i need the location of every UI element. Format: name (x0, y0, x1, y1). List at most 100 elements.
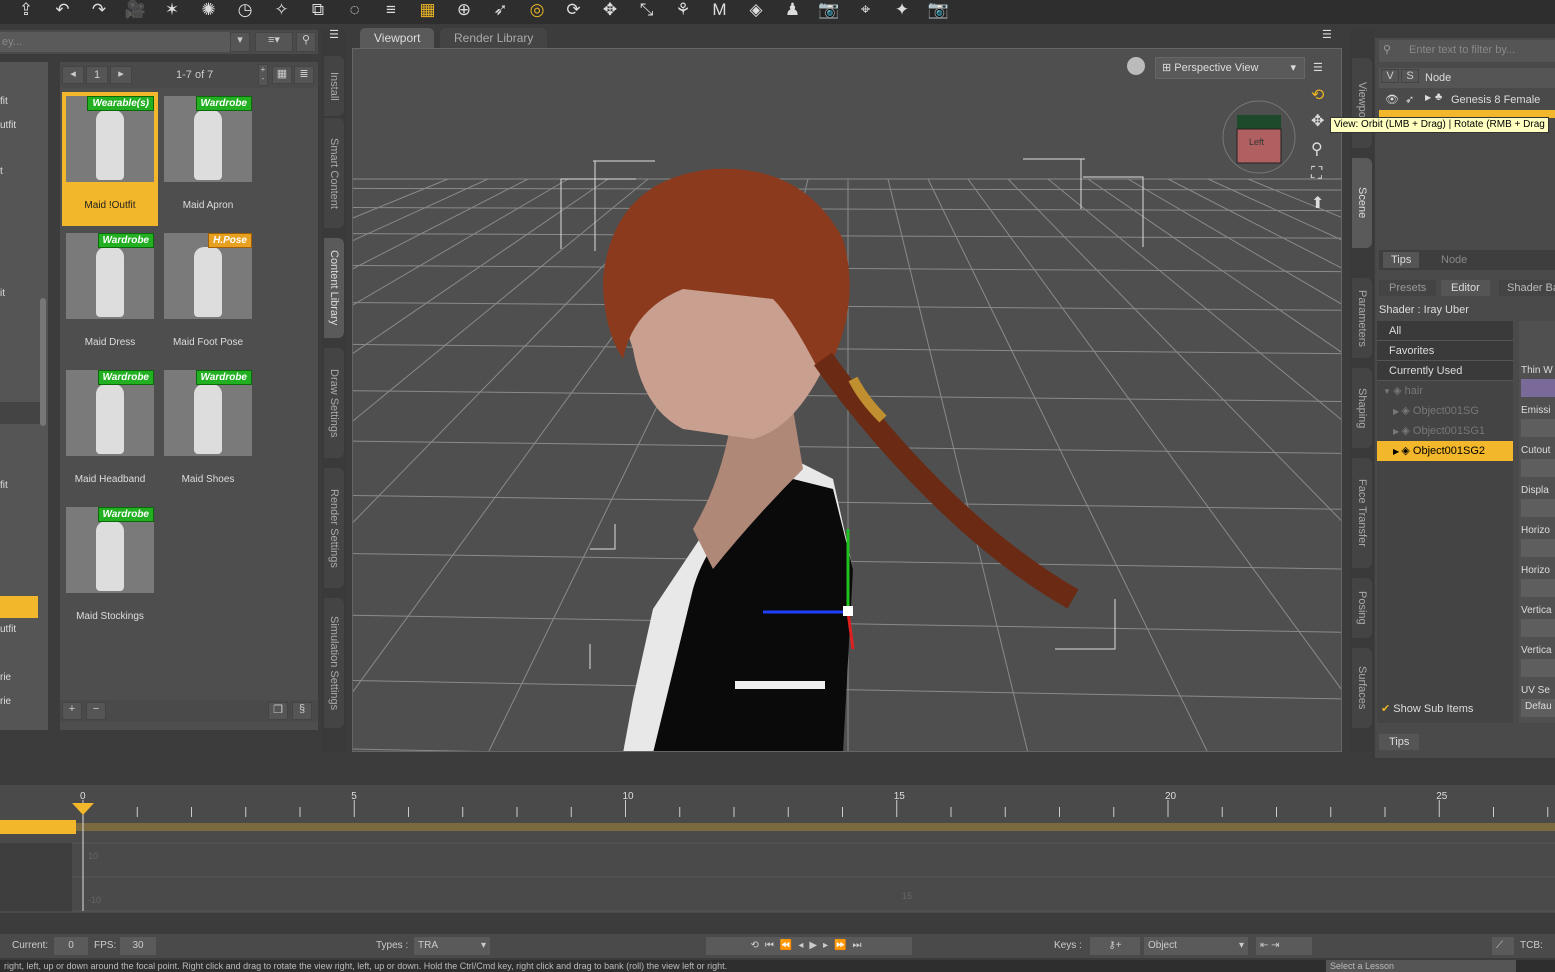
add-button[interactable]: + (62, 702, 82, 720)
tab-editor[interactable]: Editor (1441, 280, 1490, 296)
align-icon[interactable]: ≡ (379, 0, 403, 22)
page-number[interactable]: 1 (86, 66, 108, 84)
tab-face-transfer[interactable]: Face Transfer (1352, 458, 1372, 568)
draw-style-icon[interactable] (1127, 57, 1145, 75)
flashlight-icon[interactable]: ✧ (270, 0, 294, 22)
tab-surface-tips[interactable]: Tips (1379, 734, 1420, 750)
prev-page-button[interactable]: ◂ (62, 66, 84, 84)
tab-scene[interactable]: Scene (1352, 158, 1372, 248)
viewport-options-icon[interactable]: ☰ (1313, 61, 1323, 74)
view-cube-label[interactable]: Left (1249, 137, 1264, 147)
col-selectable[interactable]: S (1401, 69, 1419, 83)
rotate-icon[interactable]: ⟳ (562, 0, 586, 22)
save-icon[interactable]: ⇪ (14, 0, 38, 22)
keys-mode-select[interactable]: Object ▾ (1144, 937, 1248, 955)
content-item[interactable]: Wardrobe Maid Stockings (62, 503, 158, 637)
panel-menu-icon[interactable]: ☰ (324, 28, 344, 48)
fps-input[interactable]: 30 (120, 937, 156, 955)
grid-view-icon[interactable]: ▦ (272, 66, 292, 84)
point-light-icon[interactable]: ✺ (197, 0, 221, 22)
filter-currently-used[interactable]: Currently Used (1377, 361, 1513, 381)
joint-editor-icon[interactable]: ⚘ (671, 0, 695, 22)
types-select[interactable]: TRA ▾ (414, 937, 490, 955)
content-item[interactable]: Wardrobe Maid Shoes (160, 366, 256, 500)
tab-tips[interactable]: Tips (1383, 252, 1420, 268)
surface-tree-item[interactable]: ▶ ◈ Object001SG1 (1377, 421, 1513, 441)
node-selection-icon[interactable]: ✦ (890, 0, 914, 22)
scale-icon[interactable]: ⤡ (635, 0, 659, 22)
viewport-menu-icon[interactable]: ☰ (1322, 28, 1332, 41)
link-icon[interactable]: § (292, 702, 312, 720)
distant-light-icon[interactable]: ✶ (160, 0, 184, 22)
tab-smart-content[interactable]: Smart Content (324, 118, 344, 228)
database-icon[interactable]: ≡▾ (255, 32, 293, 52)
category-item[interactable]: fit (0, 96, 40, 107)
node-weight-icon[interactable]: ◌ (343, 0, 367, 22)
property-control[interactable] (1521, 619, 1555, 637)
reset-view-icon[interactable]: ⬆ (1311, 193, 1324, 213)
eye-icon[interactable]: 👁 (1385, 93, 1399, 106)
tab-parameters[interactable]: Parameters (1352, 278, 1372, 358)
content-item[interactable]: Wardrobe Maid Headband (62, 366, 158, 500)
orbit-icon[interactable]: ◎ (525, 0, 549, 22)
tab-render-settings[interactable]: Render Settings (324, 468, 344, 588)
remove-button[interactable]: − (86, 702, 106, 720)
tab-viewport[interactable]: Viewport (360, 28, 435, 48)
undo-icon[interactable]: ↶ (51, 0, 75, 22)
current-frame-input[interactable]: 0 (54, 937, 88, 955)
content-item[interactable]: Wardrobe Maid Apron (160, 92, 256, 226)
render-icon[interactable]: 📷 (817, 0, 841, 22)
tab-draw-settings[interactable]: Draw Settings (324, 348, 344, 458)
property-control[interactable] (1521, 499, 1555, 517)
property-control[interactable] (1521, 659, 1555, 677)
add-key-icon[interactable]: ⚷+ (1090, 937, 1140, 955)
key-nav-buttons[interactable]: ⇤ ⇥ (1256, 937, 1312, 955)
show-sub-items-checkbox[interactable]: ✔ Show Sub Items (1381, 702, 1473, 715)
universal-tool-icon[interactable]: ⊕ (452, 0, 476, 22)
lesson-select[interactable]: Select a Lesson (1326, 960, 1516, 972)
figure-setup-icon[interactable]: ♟ (781, 0, 805, 22)
category-item[interactable]: rie (0, 696, 40, 707)
curve-icon[interactable]: ⟋ (1492, 937, 1514, 955)
category-item[interactable]: t (0, 166, 40, 177)
tab-viewport[interactable]: Viewport (1352, 58, 1372, 148)
scene-filter[interactable]: ⚲ Enter text to filter by... (1379, 40, 1555, 62)
frame-view-icon[interactable]: ⛶ (1311, 165, 1322, 183)
tab-shader-baker[interactable]: Shader Ba (1499, 280, 1555, 296)
tab-simulation-settings[interactable]: Simulation Settings (324, 598, 344, 728)
scene-node-row[interactable]: 👁 ➶ ▶ ♣ Genesis 8 Female (1379, 90, 1555, 110)
expand-arrow-icon[interactable]: ▶ (1425, 93, 1431, 102)
orbit-view-icon[interactable]: ⟲ (1311, 85, 1324, 105)
copy-icon[interactable]: ❐ (268, 702, 288, 720)
surface-selection-icon[interactable]: ◈ (744, 0, 768, 22)
transform-icon[interactable]: ⧉ (306, 0, 330, 22)
tab-posing[interactable]: Posing (1352, 578, 1372, 638)
grid-icon[interactable]: ▦ (416, 0, 440, 22)
col-visible[interactable]: V (1381, 69, 1399, 83)
property-control[interactable] (1521, 459, 1555, 477)
tab-node[interactable]: Node (1429, 252, 1479, 268)
content-item[interactable]: H.Pose Maid Foot Pose (160, 229, 256, 363)
content-search-input[interactable]: ey... (0, 32, 250, 52)
3d-viewport[interactable]: Left ⊞ Perspective View ▾ ☰ ⟲ ✥ ⚲ ⛶ ⬆ (352, 48, 1342, 752)
render-settings-icon[interactable]: 📷 (927, 0, 951, 22)
select-icon[interactable]: ➶ (489, 0, 513, 22)
tab-render-library[interactable]: Render Library (440, 28, 548, 48)
zoom-view-icon[interactable]: ⚲ (1311, 139, 1323, 159)
content-item[interactable]: Wardrobe Maid Dress (62, 229, 158, 363)
tab-presets[interactable]: Presets (1379, 280, 1437, 296)
surface-tree-item[interactable]: ▶ ◈ Object001SG2 (1377, 441, 1513, 461)
view-select[interactable]: ⊞ Perspective View ▾ (1155, 57, 1305, 79)
category-item[interactable]: utfit (0, 624, 40, 635)
translate-icon[interactable]: ✥ (598, 0, 622, 22)
spot-light-icon[interactable]: ◷ (233, 0, 257, 22)
surface-tree-item[interactable]: ▶ ◈ Object001SG (1377, 401, 1513, 421)
timeline[interactable]: 0 5 10 15 20 25 10 -10 15 (0, 785, 1555, 913)
content-item[interactable]: Wearable(s) Maid !Outfit (62, 92, 158, 226)
camera-icon[interactable]: 🎥 (124, 0, 148, 22)
category-item[interactable]: rie (0, 672, 40, 683)
next-page-button[interactable]: ▸ (110, 66, 132, 84)
collapse-arrow-icon[interactable]: ▼ (1383, 387, 1393, 396)
select-arrow-icon[interactable]: ➶ (1405, 93, 1414, 106)
col-node[interactable]: Node (1425, 72, 1451, 84)
